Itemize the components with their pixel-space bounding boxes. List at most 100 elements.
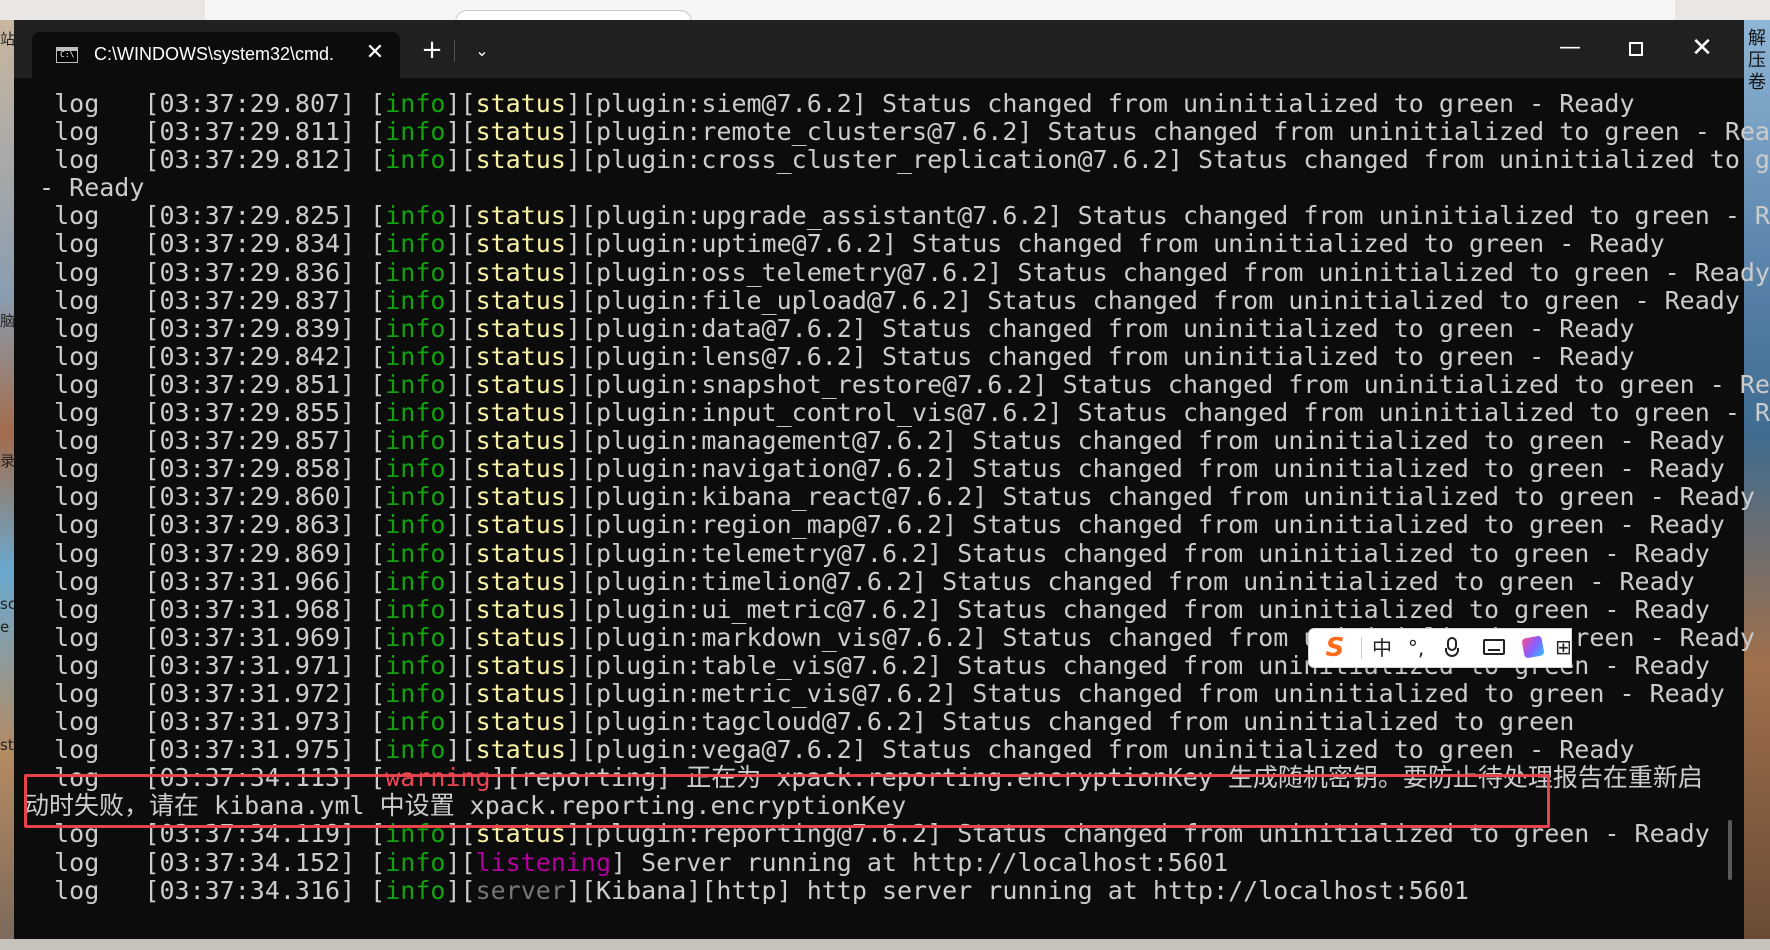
console-text: info <box>385 566 446 596</box>
console-text: ][plugin:upgrade_assistant@7.6.2] Status… <box>565 201 1770 231</box>
console-text: log [03:37:34.152] [ <box>24 847 386 877</box>
console-line: log [03:37:29.807] [info][status][plugin… <box>24 89 1724 118</box>
console-line: log [03:37:29.869] [info][status][plugin… <box>24 538 1724 568</box>
console-text: log [03:37:29.851] [ <box>24 369 386 399</box>
console-text: ][plugin:oss_telemetry@7.6.2] Status cha… <box>565 257 1770 287</box>
console-text: listening <box>475 847 612 877</box>
console-text: info <box>385 229 446 259</box>
console-line: log [03:37:29.857] [info][status][plugin… <box>24 426 1725 456</box>
console-text: info <box>385 510 446 540</box>
console-text: log [03:37:31.966] [ <box>24 566 386 596</box>
console-text: info <box>385 735 446 765</box>
console-text: log [03:37:31.969] [ <box>24 622 386 652</box>
console-text: ][ <box>445 594 476 624</box>
console-text: info <box>385 875 446 905</box>
console-text: info <box>385 847 446 877</box>
console-line: - Ready <box>24 174 1724 202</box>
console-text: ][ <box>445 285 476 315</box>
console-text: ][plugin:management@7.6.2] Status change… <box>565 426 1725 456</box>
skin-icon[interactable] <box>1521 635 1545 659</box>
console-line: log [03:37:29.836] [info][status][plugin… <box>24 257 1770 287</box>
tab-cmd[interactable]: C:\ C:\WINDOWS\system32\cmd. ✕ <box>32 32 400 78</box>
console-text: log [03:37:29.825] [ <box>24 201 386 231</box>
console-text: ][plugin:file_upload@7.6.2] Status chang… <box>565 285 1740 315</box>
chevron-down-icon[interactable]: ⌄ <box>462 34 502 68</box>
ime-divider <box>1361 637 1362 659</box>
console-text: ][plugin:remote_clusters@7.6.2] Status c… <box>565 117 1770 147</box>
console-text: log [03:37:31.973] [ <box>24 707 386 737</box>
console-text: log [03:37:29.839] [ <box>24 313 386 343</box>
keyboard-icon[interactable] <box>1483 639 1505 655</box>
scrollbar[interactable] <box>1728 90 1734 939</box>
desktop-background-top <box>0 0 1770 25</box>
console-text: status <box>475 482 566 512</box>
console-text: ][ <box>445 369 476 399</box>
console-text: status <box>475 650 566 680</box>
console-text: ][ <box>445 875 476 905</box>
console-line: log [03:37:34.152] [info][listening] Ser… <box>24 847 1724 877</box>
console-text: info <box>385 201 446 231</box>
console-line: log [03:37:29.842] [info][status][plugin… <box>24 341 1724 371</box>
console-text: ][plugin:siem@7.6.2] Status changed from… <box>565 89 1635 118</box>
sogou-logo-icon[interactable]: S <box>1319 633 1351 663</box>
console-text: ][ <box>445 426 476 456</box>
console-line: log [03:37:29.825] [info][status][plugin… <box>24 201 1770 231</box>
console-text: ][ <box>445 145 476 175</box>
maximize-icon <box>1629 41 1643 56</box>
ime-toolbar[interactable]: S 中 °, ⊞ <box>1308 628 1572 668</box>
console-text: info <box>385 482 446 512</box>
console-text: info <box>385 341 446 371</box>
desktop-background-left: 站 脑 录 sc e st <box>0 20 16 939</box>
new-tab-button[interactable]: + <box>412 34 452 68</box>
console-text: - Ready <box>24 173 145 203</box>
desktop-glyph: 录 <box>0 452 16 470</box>
console-text: log [03:37:29.812] [ <box>24 145 386 175</box>
tab-title: C:\WINDOWS\system32\cmd. <box>94 44 335 64</box>
desktop-glyph: 卷 <box>1748 72 1766 93</box>
console-text: info <box>385 454 446 484</box>
console-text: ][plugin:navigation@7.6.2] Status change… <box>565 454 1725 484</box>
console-line: log [03:37:29.812] [info][status][plugin… <box>24 145 1770 175</box>
maximize-button[interactable] <box>1608 30 1664 66</box>
console-text: info <box>385 117 446 147</box>
console-text: ][ <box>445 482 476 512</box>
console-text: ][ <box>445 735 476 765</box>
console-line: log [03:37:29.851] [info][status][plugin… <box>24 369 1770 399</box>
console-text: info <box>385 707 446 737</box>
console-text: ][ <box>445 707 476 737</box>
more-icon[interactable]: ⊞ <box>1555 635 1572 659</box>
console-text: ][ <box>445 341 476 371</box>
console-text: log [03:37:29.837] [ <box>24 285 386 315</box>
console-text: info <box>385 622 446 652</box>
scrollbar-thumb[interactable] <box>1728 820 1732 880</box>
console-line: log [03:37:29.834] [info][status][plugin… <box>24 230 1724 258</box>
console-text: log [03:37:29.858] [ <box>24 454 386 484</box>
desktop-glyph: 脑 <box>0 312 16 330</box>
console-text: status <box>475 229 566 259</box>
console-text: ][ <box>445 117 476 147</box>
console-text: info <box>385 678 446 708</box>
console-text: ][ <box>445 650 476 680</box>
ime-mode-toggle[interactable]: 中 <box>1367 633 1397 663</box>
minimize-button[interactable]: — <box>1542 30 1598 66</box>
console-text: status <box>475 341 566 371</box>
console-line: log [03:37:31.968] [info][status][plugin… <box>24 594 1724 624</box>
console-text: ][plugin:snapshot_restore@7.6.2] Status … <box>565 369 1770 399</box>
console-text: status <box>475 454 566 484</box>
console-text: ][plugin:lens@7.6.2] Status changed from… <box>565 341 1635 371</box>
ime-punctuation-toggle[interactable]: °, <box>1401 633 1431 663</box>
console-line: log [03:37:29.863] [info][status][plugin… <box>24 510 1725 540</box>
console-text: log [03:37:29.863] [ <box>24 510 386 540</box>
close-button[interactable]: ✕ <box>1674 30 1730 66</box>
console-line: log [03:37:34.316] [info][server][Kibana… <box>24 875 1724 905</box>
console-text: status <box>475 707 566 737</box>
console-text: status <box>475 398 566 428</box>
console-text: log [03:37:29.836] [ <box>24 257 386 287</box>
console-text: ][plugin:uptime@7.6.2] Status changed fr… <box>565 229 1665 259</box>
console-text: ][Kibana][http] http server running at h… <box>565 875 1469 905</box>
title-bar[interactable]: C:\ C:\WINDOWS\system32\cmd. ✕ + ⌄ — ✕ <box>14 20 1744 78</box>
desktop-glyph: e <box>0 618 10 636</box>
close-tab-icon[interactable]: ✕ <box>360 38 390 68</box>
console-text: ][ <box>445 201 476 231</box>
console-text: log [03:37:29.869] [ <box>24 538 386 568</box>
